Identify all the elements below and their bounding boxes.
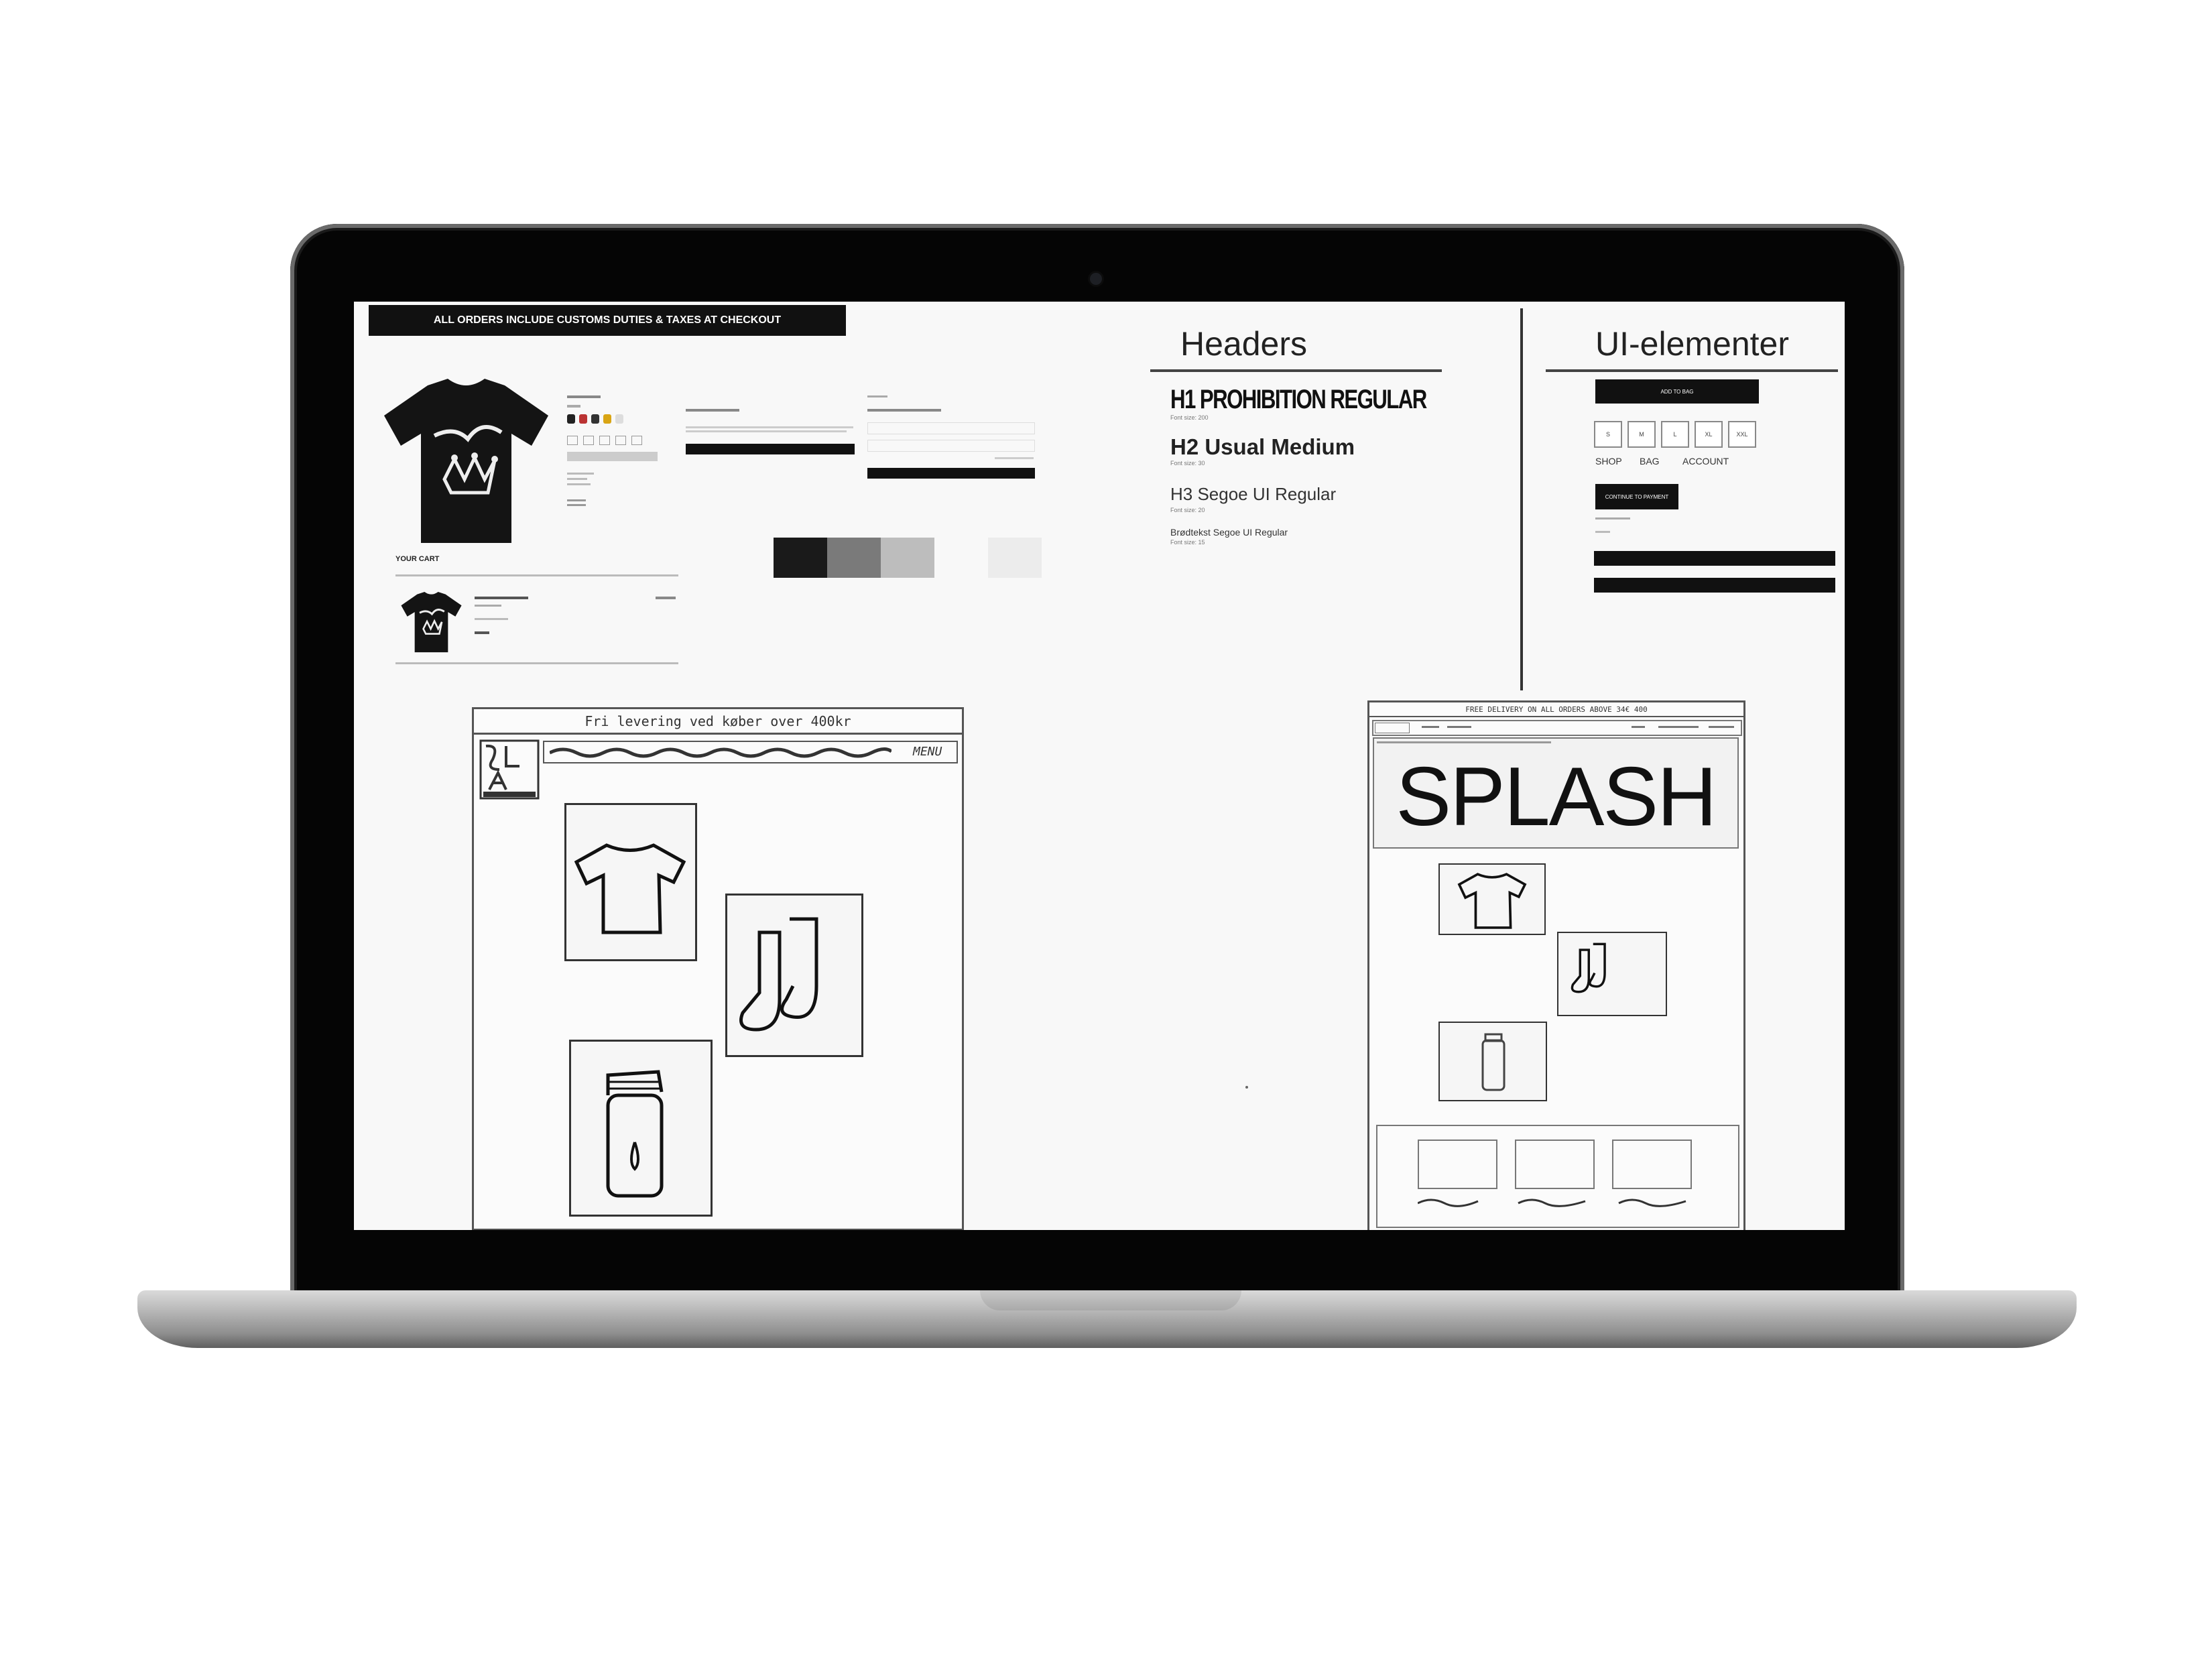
footer-scribbles	[1418, 1199, 1686, 1207]
webcam-icon	[1090, 273, 1102, 285]
bottle-sketch-icon-small	[1481, 1033, 1506, 1091]
tshirt-sketch-icon	[574, 843, 686, 934]
login-ui-button[interactable]	[1594, 578, 1835, 593]
body-text-sample: Brødtekst Segoe UI Regular	[1170, 527, 1288, 538]
nav-bag[interactable]: BAG	[1640, 456, 1660, 467]
laptop-notch	[980, 1290, 1241, 1310]
cart-divider-bottom	[395, 662, 678, 664]
cart-divider-top	[395, 574, 678, 576]
sketch-logo-icon	[479, 739, 540, 800]
size-s[interactable]: S	[1594, 421, 1622, 448]
splash-text: SPLASH	[1396, 751, 1717, 843]
new-customers-panel	[686, 409, 860, 463]
h2-sample: H2 Usual Medium	[1170, 434, 1355, 459]
h1-font-note: Font size: 200	[1170, 414, 1209, 421]
create-account-button[interactable]	[686, 444, 855, 454]
bottle-sketch-icon	[606, 1070, 664, 1198]
mobile-sketch: Fri levering ved køber over 400kr MENU	[472, 707, 964, 1230]
wireframe-footer	[1376, 1125, 1739, 1228]
size-selector: S M L XL XXL	[1594, 421, 1762, 449]
ui-underline	[1546, 369, 1838, 372]
swatch-black	[774, 538, 827, 578]
swatch-off-white	[988, 538, 1042, 578]
sketch-menu-label[interactable]: MENU	[913, 745, 942, 759]
nav-account[interactable]: ACCOUNT	[1682, 456, 1729, 467]
h3-font-note: Font size: 20	[1170, 507, 1205, 513]
headers-section-title: Headers	[1180, 325, 1307, 363]
cart-item-details	[475, 597, 676, 650]
laptop-screen: ALL ORDERS INCLUDE CUSTOMS DUTIES & TAXE…	[354, 302, 1845, 1230]
sketch-socks-card[interactable]	[725, 894, 863, 1057]
size-xxl[interactable]: XXL	[1728, 421, 1756, 448]
login-button[interactable]	[867, 468, 1035, 479]
footer-card-3[interactable]	[1612, 1140, 1692, 1189]
section-divider	[1520, 308, 1523, 690]
sketch-nav-bar: MENU	[543, 741, 958, 763]
tshirt-product-image	[384, 379, 548, 543]
wireframe-bottle-card[interactable]	[1438, 1022, 1547, 1101]
body-font-note: Font size: 15	[1170, 539, 1205, 546]
sketch-delivery-banner: Fri levering ved køber over 400kr	[474, 709, 962, 735]
stray-dot	[1245, 1086, 1248, 1089]
wireframe-logo[interactable]	[1375, 723, 1410, 733]
wireframe-hero: SPLASH	[1373, 737, 1739, 849]
socks-sketch-icon	[739, 917, 818, 1032]
size-m[interactable]: M	[1627, 421, 1656, 448]
sketch-bottle-card[interactable]	[569, 1040, 713, 1217]
h2-font-note: Font size: 30	[1170, 460, 1205, 467]
wireframe-socks-card[interactable]	[1557, 932, 1667, 1016]
color-palette	[774, 538, 1042, 579]
continue-to-payment-button[interactable]: CONTINUE TO PAYMENT	[1595, 484, 1678, 509]
add-to-bag-button[interactable]: ADD TO BAG	[1595, 379, 1759, 404]
size-xl[interactable]: XL	[1695, 421, 1723, 448]
password-field[interactable]	[867, 440, 1035, 452]
create-account-ui-button[interactable]	[1594, 551, 1835, 566]
wireframe-tshirt-card[interactable]	[1438, 863, 1546, 935]
announcement-banner: ALL ORDERS INCLUDE CUSTOMS DUTIES & TAXE…	[369, 305, 846, 336]
mini-add-button[interactable]	[567, 452, 658, 461]
size-l[interactable]: L	[1661, 421, 1689, 448]
ui-section-title: UI-elementer	[1595, 325, 1789, 363]
email-field[interactable]	[867, 422, 1035, 434]
nav-shop[interactable]: SHOP	[1595, 456, 1622, 467]
socks-sketch-icon-small	[1571, 942, 1606, 993]
wireframe-nav	[1372, 720, 1742, 736]
sketch-tshirt-card[interactable]	[564, 803, 697, 961]
desktop-wireframe: FREE DELIVERY ON ALL ORDERS ABOVE 34€ 40…	[1367, 700, 1745, 1230]
product-details	[567, 395, 661, 513]
cart-title: YOUR CART	[395, 555, 440, 563]
headers-underline	[1150, 369, 1442, 372]
swatch-dark-gray	[827, 538, 881, 578]
color-swatches[interactable]	[567, 414, 641, 425]
swatch-light-gray	[881, 538, 934, 578]
footer-card-1[interactable]	[1418, 1140, 1497, 1189]
sketch-scribble	[550, 747, 892, 758]
tshirt-sketch-icon-small	[1457, 873, 1527, 929]
h3-sample: H3 Segoe UI Regular	[1170, 484, 1337, 504]
login-panel	[867, 395, 1042, 483]
h1-sample: H1 PROHIBITION REGULAR	[1170, 385, 1427, 414]
cart-item-image	[401, 592, 462, 653]
mini-size-selector[interactable]	[567, 436, 648, 445]
footer-card-2[interactable]	[1515, 1140, 1595, 1189]
wireframe-delivery-banner: FREE DELIVERY ON ALL ORDERS ABOVE 34€ 40…	[1369, 702, 1743, 717]
